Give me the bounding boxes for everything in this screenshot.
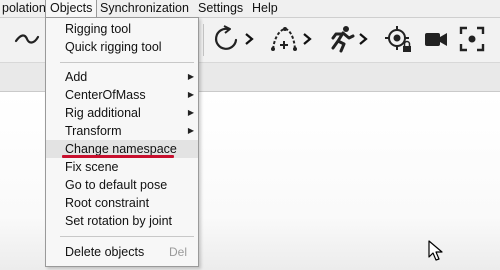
menu-item-set-rotation-by-joint[interactable]: Set rotation by joint bbox=[46, 212, 198, 230]
menu-item-label: Transform bbox=[65, 124, 122, 138]
running-man-icon[interactable] bbox=[326, 24, 356, 54]
chevron-right-icon[interactable] bbox=[302, 31, 312, 47]
menu-separator bbox=[60, 236, 194, 237]
menu-interpolation[interactable]: polation bbox=[0, 0, 50, 17]
menu-item-label: Go to default pose bbox=[65, 178, 168, 192]
menu-item-rig-additional[interactable]: Rig additional ▶ bbox=[46, 104, 198, 122]
menu-item-label: CenterOfMass bbox=[65, 88, 146, 102]
rotate-arrow-icon[interactable] bbox=[211, 24, 241, 54]
menu-separator bbox=[60, 62, 194, 63]
menu-item-label: Quick rigging tool bbox=[65, 40, 162, 54]
menu-settings[interactable]: Settings bbox=[194, 0, 247, 17]
menu-item-quick-rigging-tool[interactable]: Quick rigging tool bbox=[46, 38, 198, 56]
menu-item-label: Rigging tool bbox=[65, 22, 132, 36]
submenu-arrow-icon: ▶ bbox=[187, 126, 194, 135]
submenu-arrow-icon: ▶ bbox=[187, 90, 194, 99]
objects-menu: Rigging tool Quick rigging tool Add ▶ Ce… bbox=[45, 17, 199, 267]
menu-item-fix-scene[interactable]: Fix scene bbox=[46, 158, 198, 176]
menu-item-label: Root constraint bbox=[65, 196, 150, 210]
locked-target-icon[interactable] bbox=[383, 24, 413, 54]
toolbar-separator bbox=[203, 24, 204, 56]
menu-synchronization[interactable]: Synchronization bbox=[96, 0, 193, 17]
menu-item-label: Add bbox=[65, 70, 88, 84]
submenu-arrow-icon: ▶ bbox=[187, 108, 194, 117]
menu-item-add[interactable]: Add ▶ bbox=[46, 68, 198, 86]
add-path-icon[interactable] bbox=[269, 24, 299, 54]
chevron-right-icon[interactable] bbox=[244, 31, 254, 47]
menu-item-root-constraint[interactable]: Root constraint bbox=[46, 194, 198, 212]
menu-item-label: Set rotation by joint bbox=[65, 214, 173, 228]
menu-help[interactable]: Help bbox=[248, 0, 282, 17]
menu-item-transform[interactable]: Transform ▶ bbox=[46, 122, 198, 140]
menubar: polation Objects Synchronization Setting… bbox=[0, 0, 500, 18]
menu-item-label: Fix scene bbox=[65, 160, 119, 174]
chevron-right-icon[interactable] bbox=[358, 31, 368, 47]
focus-frame-icon[interactable] bbox=[457, 24, 487, 54]
menu-objects[interactable]: Objects bbox=[45, 0, 98, 17]
menu-item-delete-objects[interactable]: Delete objects Del bbox=[46, 243, 198, 261]
menu-item-center-of-mass[interactable]: CenterOfMass ▶ bbox=[46, 86, 198, 104]
mouse-cursor-icon bbox=[428, 240, 444, 262]
menu-item-label: Delete objects bbox=[65, 245, 145, 259]
menu-item-rigging-tool[interactable]: Rigging tool bbox=[46, 20, 198, 38]
submenu-arrow-icon: ▶ bbox=[187, 72, 194, 81]
camera-icon[interactable] bbox=[421, 24, 451, 54]
menu-item-go-to-default-pose[interactable]: Go to default pose bbox=[46, 176, 198, 194]
menu-item-label: Rig additional bbox=[65, 106, 141, 120]
curve-icon[interactable] bbox=[12, 24, 42, 54]
menu-item-label: Change namespace bbox=[65, 142, 177, 156]
shortcut-label: Del bbox=[168, 245, 187, 259]
